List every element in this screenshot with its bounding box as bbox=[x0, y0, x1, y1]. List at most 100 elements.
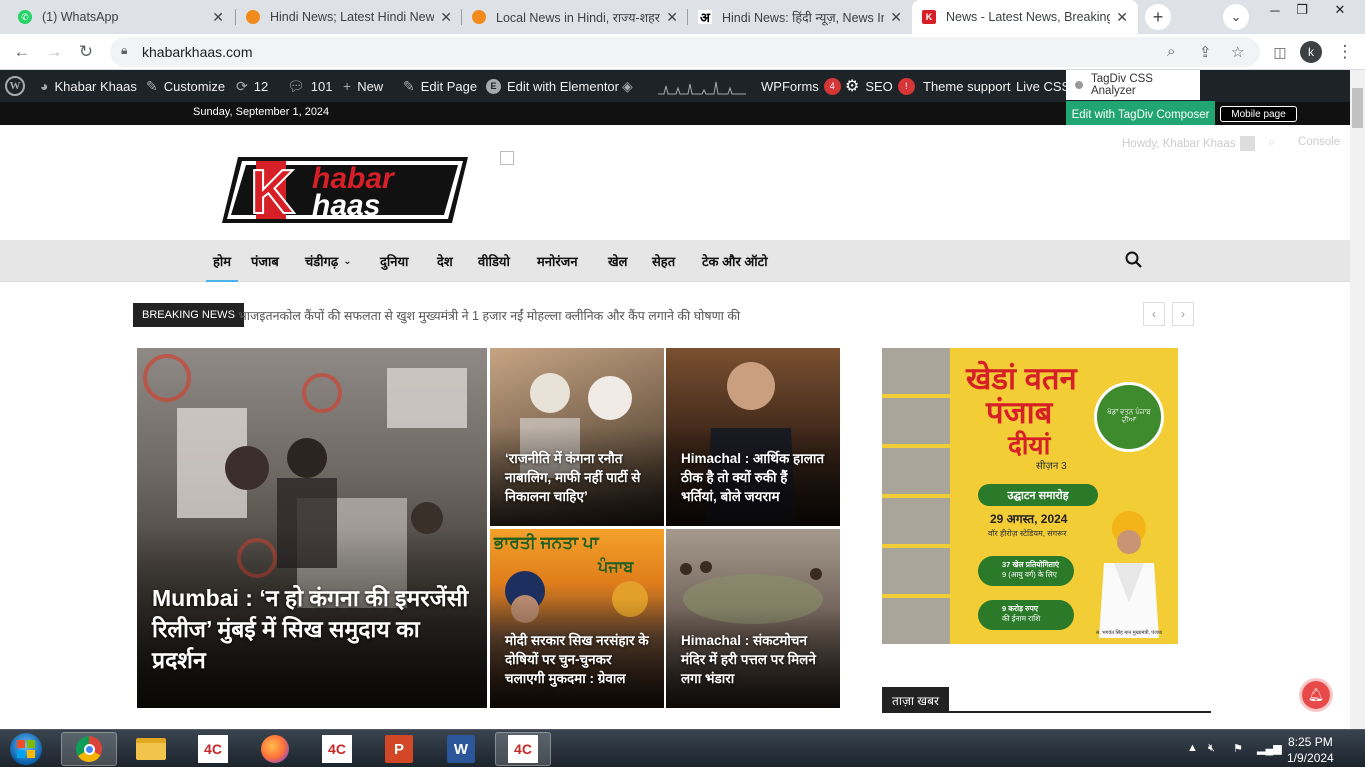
nav-item-home[interactable]: होम bbox=[206, 240, 238, 282]
page-scrollbar[interactable] bbox=[1350, 70, 1365, 729]
wordpress-logo-icon[interactable]: W bbox=[5, 70, 25, 102]
back-arrow-icon[interactable]: ← bbox=[10, 40, 34, 64]
breaking-news-label: BREAKING NEWS bbox=[133, 303, 244, 327]
system-clock[interactable]: 8:25 PM 1/9/2024 bbox=[1287, 734, 1334, 766]
tab-khabar-khaas[interactable]: K News - Latest News, Breaking ✕ bbox=[912, 0, 1138, 34]
volume-muted-icon[interactable]: 🔇︎ bbox=[1208, 742, 1215, 755]
taskbar-4c-2[interactable]: 4C bbox=[309, 732, 365, 766]
khabar-khaas-logo[interactable]: K habar haas bbox=[220, 153, 470, 228]
tagdiv-css-analyzer[interactable]: TagDiv CSS Analyzer bbox=[1066, 70, 1200, 100]
url-text[interactable]: khabarkhaas.com bbox=[142, 44, 253, 60]
mobile-page-button[interactable]: Mobile page bbox=[1220, 106, 1297, 122]
console-link[interactable]: Console bbox=[1298, 136, 1340, 148]
howdy-user[interactable]: Howdy, Khabar Khaas bbox=[1122, 136, 1255, 151]
close-icon[interactable]: ✕ bbox=[440, 9, 452, 26]
nav-item-health[interactable]: सेहत bbox=[652, 240, 675, 282]
forward-arrow-icon[interactable]: → bbox=[42, 40, 66, 64]
story-headline[interactable]: Himachal : संकटमोचन मंदिर में हरी पत्तल … bbox=[681, 631, 825, 688]
scrollbar-thumb[interactable] bbox=[1352, 88, 1363, 128]
search-icon[interactable]: ⌕ bbox=[1268, 133, 1276, 150]
wpforms-menu[interactable]: WPForms 4 bbox=[761, 70, 841, 102]
new-tab-button[interactable]: + bbox=[1145, 4, 1171, 30]
taskbar-firefox[interactable] bbox=[247, 732, 303, 766]
comments-link[interactable]: 💬︎ 101 bbox=[287, 70, 332, 102]
customize-link[interactable]: ✎ Customize bbox=[146, 70, 225, 102]
ticker-prev-button[interactable]: ‹ bbox=[1143, 302, 1165, 326]
breaking-news-ticker[interactable]: भाजइतनकोल कैंपों की सफलता से खुश मुख्यमं… bbox=[238, 307, 740, 324]
updates-link[interactable]: ⟳ 12 bbox=[236, 70, 268, 102]
nav-item-tech-auto[interactable]: टेक और ऑटो bbox=[702, 240, 768, 282]
taskbar-chrome[interactable] bbox=[61, 732, 117, 766]
restore-icon[interactable]: ❐ bbox=[1287, 0, 1317, 20]
featured-story-large[interactable]: Mumbai : ‘न हो कंगना की इमरजेंसी रिलीज’ … bbox=[137, 348, 487, 708]
start-button[interactable] bbox=[0, 732, 52, 766]
tab-whatsapp[interactable]: ✆ (1) WhatsApp ✕ bbox=[8, 0, 234, 34]
site-name-label: Khabar Khaas bbox=[54, 78, 137, 94]
story-card[interactable]: ‘राजनीति में कंगना रनौत नाबालिग, माफी नह… bbox=[490, 348, 664, 526]
khedan-vatan-punjab-ad[interactable]: खेडां वतन पंजाब दीयां सीज़न 3 ਖੇਡਾਂ ਵਤਨ … bbox=[882, 348, 1178, 644]
story-card[interactable]: ਭਾਰਤੀ ਜਨਤਾ ਪਾ ਪੰਜਾਬ मोदी सरकार सिख नरसंह… bbox=[490, 529, 664, 708]
omnibox[interactable]: 🔒︎ khabarkhaas.com ⌕ ⇪ ☆ bbox=[110, 37, 1260, 67]
site-name-menu[interactable]: ◕ Khabar Khaas bbox=[40, 70, 137, 102]
taskbar-4c-1[interactable]: 4C bbox=[185, 732, 241, 766]
window-close-icon[interactable]: ✕ bbox=[1325, 0, 1355, 20]
search-icon[interactable] bbox=[1124, 250, 1144, 270]
story-headline[interactable]: मोदी सरकार सिख नरसंहार के दोषियों पर चुन… bbox=[505, 631, 649, 688]
breaking-label-text: BREAKING NEWS bbox=[142, 309, 235, 321]
tab-local-news[interactable]: Local News in Hindi, राज्य-शहर ✕ bbox=[462, 0, 688, 34]
seo-menu[interactable]: ⚙ SEO! bbox=[845, 70, 915, 102]
bookmark-star-icon[interactable]: ☆ bbox=[1231, 43, 1244, 61]
story-card[interactable]: Himachal : आर्थिक हालात ठीक है तो क्यों … bbox=[666, 348, 840, 526]
story-headline[interactable]: ‘राजनीति में कंगना रनौत नाबालिग, माफी नह… bbox=[505, 449, 649, 506]
tab-title: (1) WhatsApp bbox=[42, 10, 119, 24]
featured-headline[interactable]: Mumbai : ‘न हो कंगना की इमरजेंसी रिलीज’ … bbox=[152, 583, 472, 676]
nav-item-country[interactable]: देश bbox=[437, 240, 453, 282]
nav-item-sports[interactable]: खेल bbox=[608, 240, 627, 282]
browser-menu-icon[interactable]: ⋮ bbox=[1333, 40, 1357, 64]
diamond-plugin-icon[interactable]: ◈ bbox=[622, 70, 639, 102]
profile-avatar[interactable]: k bbox=[1300, 41, 1322, 63]
network-signal-icon[interactable]: ▂▄▆ bbox=[1257, 742, 1282, 755]
new-content-menu[interactable]: + New bbox=[343, 70, 383, 102]
story-headline[interactable]: Himachal : आर्थिक हालात ठीक है तो क्यों … bbox=[681, 449, 825, 506]
breaking-headline[interactable]: भाजइतनकोल कैंपों की सफलता से खुश मुख्यमं… bbox=[238, 309, 740, 323]
story-card[interactable]: Himachal : संकटमोचन मंदिर में हरी पत्तल … bbox=[666, 529, 840, 708]
taskbar-powerpoint[interactable]: P bbox=[371, 732, 427, 766]
edit-page-link[interactable]: ✎ Edit Page bbox=[403, 70, 477, 102]
taskbar-word[interactable]: W bbox=[433, 732, 489, 766]
nav-item-chandigarh[interactable]: चंडीगढ़ ⌄ bbox=[305, 240, 352, 282]
nav-label: चंडीगढ़ bbox=[305, 254, 339, 269]
tray-overflow-icon[interactable]: ▲ bbox=[1187, 742, 1198, 754]
close-icon[interactable]: ✕ bbox=[666, 9, 678, 26]
side-panel-icon[interactable]: ◫ bbox=[1268, 40, 1292, 64]
ad-season: सीज़न 3 bbox=[1036, 461, 1067, 472]
share-icon[interactable]: ⇪ bbox=[1199, 43, 1212, 61]
minimize-icon[interactable]: ─ bbox=[1260, 0, 1290, 20]
nav-item-video[interactable]: वीडियो bbox=[478, 240, 510, 282]
flag-alert-icon[interactable]: ⚑ bbox=[1233, 742, 1243, 755]
notification-bell-icon[interactable]: 🔔︎ bbox=[1302, 681, 1330, 709]
live-css-link[interactable]: Live CSS bbox=[1016, 70, 1070, 102]
nav-item-entertainment[interactable]: मनोरंजन bbox=[537, 240, 578, 282]
tab-hindi-news[interactable]: Hindi News; Latest Hindi News ✕ bbox=[236, 0, 462, 34]
ticker-next-button[interactable]: › bbox=[1172, 302, 1194, 326]
close-icon[interactable]: ✕ bbox=[212, 9, 224, 26]
nav-label: टेक और ऑटो bbox=[702, 254, 768, 269]
browser-tab-strip: ✆ (1) WhatsApp ✕ Hindi News; Latest Hind… bbox=[0, 0, 1365, 34]
close-icon[interactable]: ✕ bbox=[890, 9, 902, 26]
close-icon[interactable]: ✕ bbox=[1116, 9, 1128, 26]
stats-sparkline[interactable] bbox=[658, 70, 746, 102]
zoom-icon[interactable]: ⌕ bbox=[1167, 43, 1175, 60]
taskbar-4c-3[interactable]: 4C bbox=[495, 732, 551, 766]
edit-elementor-link[interactable]: E Edit with Elementor bbox=[486, 70, 619, 102]
tab-amar-ujala[interactable]: अ Hindi News: हिंदी न्यूज़, News In ✕ bbox=[688, 0, 912, 34]
theme-support-link[interactable]: Theme support bbox=[923, 70, 1010, 102]
taskbar-explorer[interactable] bbox=[123, 732, 179, 766]
nav-item-punjab[interactable]: पंजाब bbox=[251, 240, 279, 282]
nav-item-world[interactable]: दुनिया bbox=[380, 240, 408, 282]
lock-icon[interactable]: 🔒︎ bbox=[121, 43, 127, 58]
tab-search-chevron-icon[interactable]: ⌄ bbox=[1223, 4, 1249, 30]
tagdiv-composer-label: Edit with TagDiv Composer bbox=[1071, 109, 1210, 121]
reload-icon[interactable]: ↻ bbox=[74, 40, 98, 64]
nav-label: देश bbox=[437, 254, 453, 269]
